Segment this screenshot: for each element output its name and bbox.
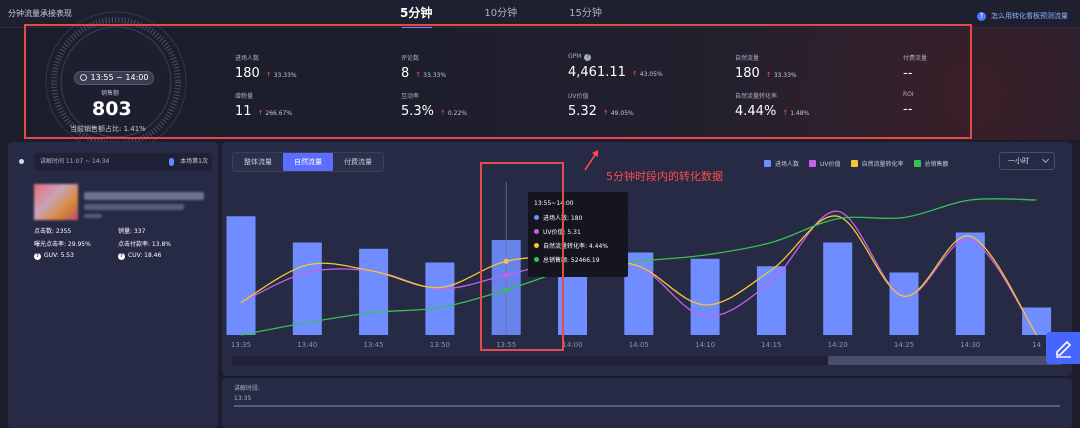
product-title-blurred <box>84 192 204 200</box>
tab-5min[interactable]: 5分钟 <box>400 4 433 29</box>
chart-bar <box>226 216 256 335</box>
annotation-arrow-icon <box>584 150 598 171</box>
microphone-icon <box>169 158 174 166</box>
pencil-icon <box>1056 340 1072 358</box>
chart-bar <box>823 242 853 335</box>
stat-cuv: ? CUV: 18.46 <box>118 252 161 260</box>
x-tick-label: 13:45 <box>364 341 384 349</box>
stat-sales: 销量: 337 <box>118 228 146 235</box>
edit-float-button[interactable] <box>1046 332 1080 364</box>
chart-bar <box>690 258 720 335</box>
product-panel: 讲解时间 11:07 ~ 14:34 本场第1次 点击数: 2355 销量: 3… <box>8 142 218 428</box>
x-tick-label: 14:30 <box>960 341 980 349</box>
chart-bar <box>889 272 919 335</box>
question-circle-icon[interactable]: ? <box>118 253 125 260</box>
question-circle-icon: ? <box>977 11 986 21</box>
explain-time-bar: 讲解时间 11:07 ~ 14:34 本场第1次 <box>34 153 212 171</box>
explain-count: 本场第1次 <box>180 158 208 165</box>
explain-timeline-panel: 讲解时段: 13:35 <box>222 378 1072 428</box>
x-tick-label: 14 <box>1032 341 1041 349</box>
chart-bar <box>1022 307 1052 335</box>
question-circle-icon[interactable]: ? <box>34 253 41 260</box>
chart-bar <box>359 248 389 335</box>
tab-15min[interactable]: 15分钟 <box>569 4 602 25</box>
x-tick-label: 14:00 <box>562 341 582 349</box>
help-link[interactable]: ? 怎么用转化看板预测流量 <box>977 11 1068 21</box>
explain-time-text: 讲解时间 11:07 ~ 14:34 <box>40 158 110 165</box>
annotation-box-interval <box>480 162 564 351</box>
tab-10min[interactable]: 10分钟 <box>484 4 517 25</box>
x-tick-label: 14:10 <box>695 341 715 349</box>
status-dot <box>19 159 24 164</box>
chart-bar <box>955 232 985 335</box>
x-tick-label: 13:50 <box>430 341 450 349</box>
timeline-start: 13:35 <box>234 395 252 402</box>
stat-ctr: 曝光点击率: 29.95% <box>34 241 91 248</box>
chart-scroll-thumb[interactable] <box>828 356 1062 365</box>
x-tick-label: 14:05 <box>629 341 649 349</box>
product-price-blurred <box>84 214 102 218</box>
stat-guv: ? GUV: 5.53 <box>34 252 74 260</box>
interval-tabs: 5分钟 10分钟 15分钟 <box>400 4 654 29</box>
product-image[interactable] <box>34 184 78 220</box>
product-subtitle-blurred <box>84 204 184 210</box>
help-link-label: 怎么用转化看板预测流量 <box>991 12 1068 20</box>
chart-bar <box>425 262 455 335</box>
annotation-text: 5分钟时段内的转化数据 <box>606 170 723 183</box>
x-tick-label: 14:25 <box>894 341 914 349</box>
chart-bar <box>624 252 654 335</box>
timeline-label: 讲解时段: <box>234 385 261 392</box>
x-tick-label: 13:40 <box>297 341 317 349</box>
x-tick-label: 13:35 <box>231 341 251 349</box>
x-tick-label: 14:15 <box>761 341 781 349</box>
x-tick-label: 14:20 <box>828 341 848 349</box>
stat-clicks: 点击数: 2355 <box>34 228 72 235</box>
stat-cvr: 点击付款率: 13.8% <box>118 241 171 248</box>
timeline-bar[interactable] <box>234 405 1060 407</box>
annotation-box-metrics <box>24 24 972 139</box>
